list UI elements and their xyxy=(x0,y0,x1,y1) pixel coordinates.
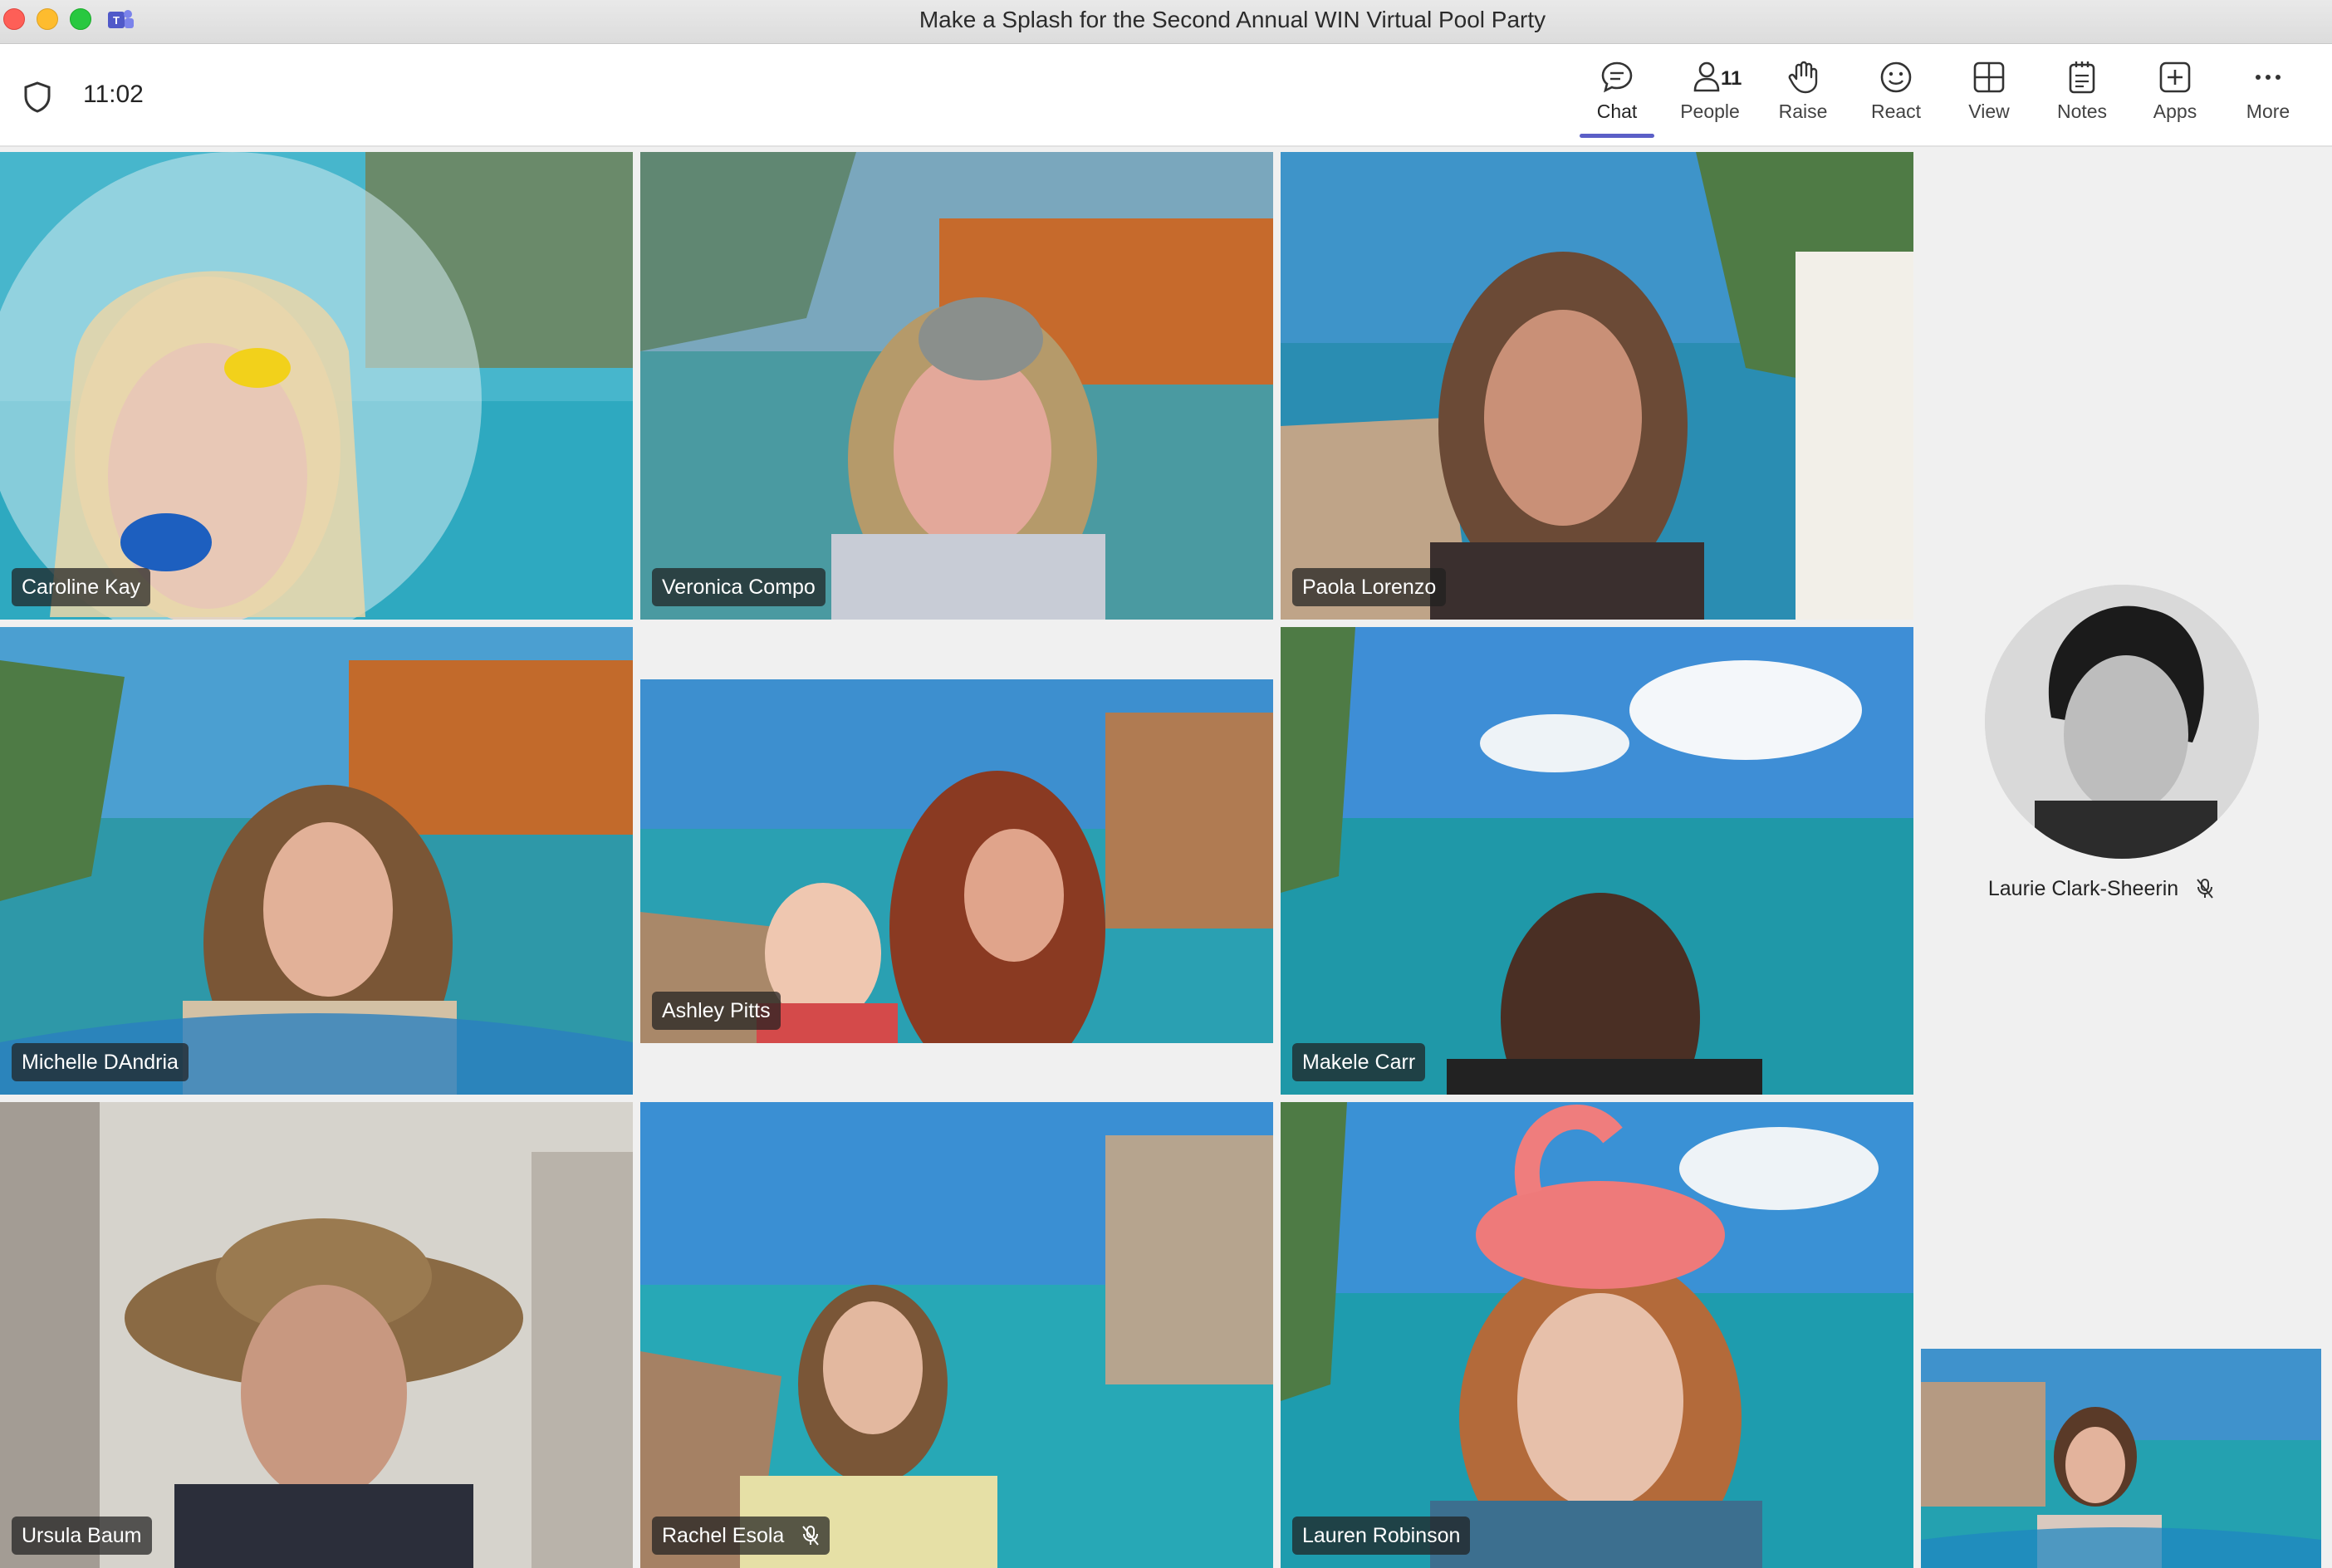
video-tile-ashley-pitts[interactable]: Ashley Pitts xyxy=(640,679,1273,1043)
participant-name: Ursula Baum xyxy=(22,1524,142,1547)
apps-icon xyxy=(2159,61,2191,93)
notes-button-label: Notes xyxy=(2056,100,2108,122)
self-view-video[interactable] xyxy=(1921,1349,2321,1568)
participant-video xyxy=(1281,1102,1913,1568)
window-title: Make a Splash for the Second Annual WIN … xyxy=(919,7,1546,32)
view-button-label: View xyxy=(1968,100,2010,122)
raise-hand-button-label: Raise xyxy=(1778,100,1828,122)
shield-icon[interactable] xyxy=(22,81,53,114)
chat-active-indicator xyxy=(1580,134,1654,138)
video-tile-makele-carr[interactable]: Makele Carr xyxy=(1281,627,1913,1095)
video-tile-lauren-robinson[interactable]: Lauren Robinson xyxy=(1281,1102,1913,1568)
participant-name: Paola Lorenzo xyxy=(1302,576,1437,599)
participant-video xyxy=(0,1102,633,1568)
participant-name-tag: Rachel Esola xyxy=(652,1517,830,1555)
people-button-label: People xyxy=(1680,100,1740,122)
notes-icon xyxy=(2069,61,2095,94)
video-tile-caroline-kay[interactable]: Caroline Kay xyxy=(0,152,633,620)
participant-name: Caroline Kay xyxy=(22,576,141,599)
chat-button[interactable]: Chat xyxy=(1571,59,1663,139)
mic-muted-icon xyxy=(2197,879,2213,899)
participant-name-tag: Makele Carr xyxy=(1292,1043,1426,1081)
participant-name: Veronica Compo xyxy=(662,576,816,599)
participant-name: Lauren Robinson xyxy=(1302,1524,1461,1547)
participant-name-tag: Lauren Robinson xyxy=(1292,1517,1471,1555)
video-tile-rachel-esola[interactable]: Rachel Esola xyxy=(640,1102,1273,1568)
side-participant-name-row: Laurie Clark-Sheerin xyxy=(1977,877,2226,901)
participant-video xyxy=(640,679,1273,1043)
video-tile-veronica-compo[interactable]: Veronica Compo xyxy=(640,152,1273,620)
meeting-toolbar: 11:02 Chat People 11 Raise React View No… xyxy=(0,44,2332,147)
people-count-badge: 11 xyxy=(1721,67,1742,90)
title-bar: T Make a Splash for the Second Annual WI… xyxy=(0,0,2332,44)
mic-muted-icon xyxy=(802,1526,820,1546)
participant-video xyxy=(1281,152,1913,620)
participant-name: Ashley Pitts xyxy=(662,999,771,1022)
participant-name-tag: Caroline Kay xyxy=(12,568,151,606)
participant-name: Michelle DAndria xyxy=(22,1051,179,1074)
participant-video xyxy=(1281,627,1913,1095)
participant-video xyxy=(0,152,633,620)
video-tile-ursula-baum[interactable]: Ursula Baum xyxy=(0,1102,633,1568)
view-button[interactable]: View xyxy=(1943,59,2035,139)
more-icon xyxy=(2256,75,2281,80)
raise-hand-button[interactable]: Raise xyxy=(1757,59,1849,139)
side-participant-name: Laurie Clark-Sheerin xyxy=(1987,877,2179,900)
view-grid-icon xyxy=(1973,61,2005,93)
avatar-photo xyxy=(1985,585,2259,859)
more-button-label: More xyxy=(2246,100,2290,122)
participant-name-tag: Veronica Compo xyxy=(652,568,826,606)
participant-name-tag: Ashley Pitts xyxy=(652,992,781,1030)
chat-button-label: Chat xyxy=(1596,100,1638,122)
participant-name-tag: Michelle DAndria xyxy=(12,1043,189,1081)
react-icon xyxy=(1880,61,1912,93)
react-button[interactable]: React xyxy=(1850,59,1942,139)
people-button[interactable]: People xyxy=(1664,59,1756,139)
participant-video xyxy=(640,152,1273,620)
meeting-timer: 11:02 xyxy=(83,81,144,108)
participant-video xyxy=(640,1102,1273,1568)
participant-video xyxy=(0,627,633,1095)
chat-icon xyxy=(1601,61,1633,93)
self-video xyxy=(1921,1349,2321,1568)
video-tile-paola-lorenzo[interactable]: Paola Lorenzo xyxy=(1281,152,1913,620)
participant-avatar[interactable] xyxy=(1985,585,2259,859)
react-button-label: React xyxy=(1870,100,1922,122)
apps-button-label: Apps xyxy=(2153,100,2197,122)
participant-name-tag: Paola Lorenzo xyxy=(1292,568,1447,606)
participant-name: Makele Carr xyxy=(1302,1051,1416,1074)
raise-hand-icon xyxy=(1788,61,1818,94)
apps-button[interactable]: Apps xyxy=(2129,59,2221,139)
video-tile-michelle-dandria[interactable]: Michelle DAndria xyxy=(0,627,633,1095)
notes-button[interactable]: Notes xyxy=(2036,59,2128,139)
participant-name-tag: Ursula Baum xyxy=(12,1517,152,1555)
participant-name: Rachel Esola xyxy=(662,1524,785,1547)
more-button[interactable]: More xyxy=(2222,59,2314,139)
